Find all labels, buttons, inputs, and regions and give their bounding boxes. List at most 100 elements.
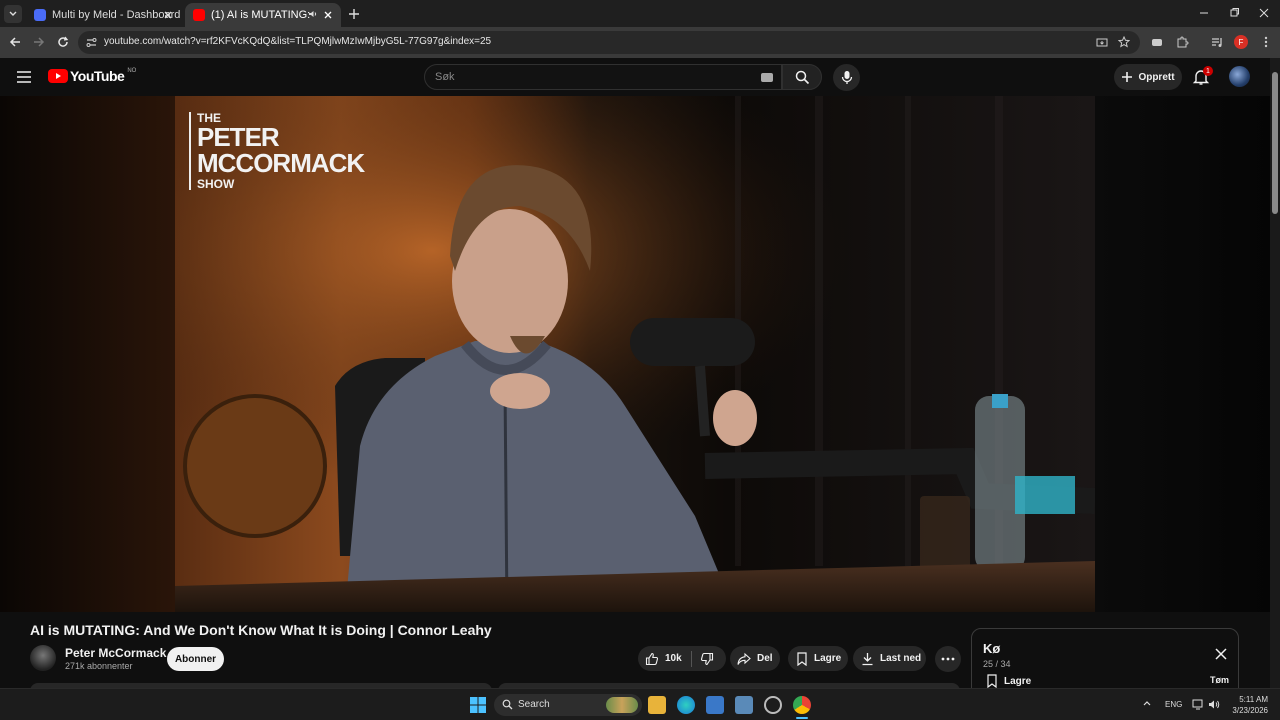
extension-meld-icon[interactable]: [1150, 35, 1164, 49]
brand-line-mccormack: MCCORMACK: [197, 148, 365, 178]
download-button[interactable]: Last ned: [853, 646, 926, 671]
volume-icon[interactable]: [1208, 699, 1220, 710]
dislike-button[interactable]: [700, 652, 720, 666]
like-dislike-group: 10k: [638, 646, 726, 671]
restore-button[interactable]: [1227, 6, 1241, 20]
guide-menu-button[interactable]: [16, 70, 32, 84]
chevron-down-icon: [9, 11, 17, 16]
search-icon: [795, 70, 809, 84]
search-highlight-widget: [606, 697, 638, 713]
subscribe-button[interactable]: Abonner: [167, 647, 224, 671]
more-horizontal-icon: [941, 657, 955, 661]
reload-button[interactable]: [56, 35, 70, 49]
create-button[interactable]: Opprett: [1114, 64, 1182, 90]
plus-icon: [1122, 72, 1133, 82]
show-hidden-icons-button[interactable]: [1143, 700, 1151, 706]
active-app-indicator: [796, 717, 808, 719]
network-icon[interactable]: [1192, 699, 1204, 710]
forward-button[interactable]: [32, 35, 46, 49]
profile-avatar[interactable]: F: [1234, 35, 1248, 49]
youtube-masthead: YouTube NO Søk Opprett 1: [0, 58, 1270, 96]
like-count: 10k: [665, 653, 682, 664]
share-arrow-icon: [737, 652, 751, 665]
queue-save-label: Lagre: [1004, 675, 1032, 687]
restore-icon: [1230, 8, 1239, 17]
save-button[interactable]: Lagre: [788, 646, 848, 671]
chrome-browser-icon[interactable]: [793, 696, 811, 714]
install-app-icon[interactable]: [1096, 37, 1108, 49]
address-bar[interactable]: youtube.com/watch?v=rf2KFVcKQdQ&list=TLP…: [78, 31, 1140, 54]
arrow-right-icon: [34, 37, 45, 47]
bookmark-star-icon[interactable]: [1118, 36, 1130, 48]
photos-app-icon[interactable]: [735, 696, 753, 714]
close-window-button[interactable]: [1257, 6, 1271, 20]
ambient-glow-left: [0, 96, 175, 612]
like-button[interactable]: 10k: [638, 652, 682, 666]
show-branding-overlay: THE PETER MCCORMACK SHOW: [189, 112, 365, 190]
keyboard-icon[interactable]: [761, 73, 773, 82]
close-tab-icon[interactable]: [161, 8, 175, 22]
video-title: AI is MUTATING: And We Don't Know What I…: [30, 622, 492, 638]
edge-browser-icon[interactable]: [677, 696, 695, 714]
voice-search-button[interactable]: [833, 64, 860, 91]
site-info-icon[interactable]: [86, 37, 97, 48]
app-status-icon[interactable]: [764, 696, 782, 714]
channel-name[interactable]: Peter McCormack: [65, 646, 166, 660]
tab-search-button[interactable]: [4, 5, 22, 23]
notification-count-badge: 1: [1203, 66, 1213, 76]
close-icon: [1215, 648, 1227, 660]
search-input[interactable]: Søk: [424, 64, 782, 90]
start-button[interactable]: [469, 696, 487, 714]
logo-wordmark: YouTube: [70, 68, 125, 84]
page-scrollbar[interactable]: [1270, 58, 1280, 688]
youtube-play-logo-icon: [48, 69, 68, 83]
close-icon: [1259, 8, 1269, 18]
youtube-logo[interactable]: YouTube NO: [48, 68, 136, 84]
taskbar-clock[interactable]: 5:11 AM 3/23/2026: [1226, 694, 1268, 716]
video-frame[interactable]: THE PETER MCCORMACK SHOW: [175, 96, 1095, 612]
tab-youtube-video[interactable]: (1) AI is MUTATING: And We Don't Know Wh…: [185, 3, 341, 27]
brand-line-peter: PETER: [197, 122, 280, 152]
scrollbar-thumb[interactable]: [1272, 72, 1278, 214]
reload-icon: [58, 36, 69, 47]
channel-avatar[interactable]: [30, 645, 56, 671]
queue-close-button[interactable]: [1215, 648, 1227, 660]
extensions-puzzle-icon[interactable]: [1175, 35, 1189, 49]
tab-meld-dashboard[interactable]: Multi by Meld - Dashboard.: [26, 3, 181, 27]
task-view-app-icon[interactable]: [706, 696, 724, 714]
more-actions-button[interactable]: [935, 646, 961, 672]
youtube-favicon-icon: [193, 9, 205, 21]
search-icon: [502, 699, 513, 710]
new-tab-button[interactable]: [346, 6, 362, 22]
chevron-up-icon: [1143, 701, 1151, 706]
input-language[interactable]: ENG: [1165, 700, 1182, 709]
account-avatar[interactable]: [1229, 66, 1250, 87]
video-player[interactable]: THE PETER MCCORMACK SHOW: [0, 96, 1270, 612]
url-text: youtube.com/watch?v=rf2KFVcKQdQ&list=TLP…: [104, 36, 492, 47]
download-icon: [862, 652, 873, 665]
taskbar-search-label: Search: [518, 699, 550, 710]
queue-position: 25 / 34: [983, 659, 1011, 669]
windows-logo-icon: [470, 697, 486, 713]
queue-save-button[interactable]: Lagre: [986, 674, 1031, 688]
browser-toolbar: youtube.com/watch?v=rf2KFVcKQdQ&list=TLP…: [0, 27, 1280, 58]
save-label: Lagre: [814, 653, 842, 664]
back-button[interactable]: [8, 35, 22, 49]
hamburger-menu-icon: [17, 71, 31, 83]
media-control-icon[interactable]: [1210, 35, 1224, 49]
audio-playing-icon[interactable]: [308, 9, 318, 19]
plus-icon: [349, 9, 359, 19]
queue-clear-button[interactable]: Tøm: [1210, 675, 1229, 685]
thumbs-up-icon: [645, 652, 659, 665]
share-label: Del: [757, 653, 773, 664]
create-label: Opprett: [1138, 71, 1175, 83]
close-tab-icon[interactable]: [321, 8, 335, 22]
browser-menu-icon[interactable]: [1259, 35, 1273, 49]
share-button[interactable]: Del: [730, 646, 780, 671]
country-code: NO: [127, 68, 137, 74]
taskbar-search[interactable]: Search: [494, 694, 642, 716]
minimize-button[interactable]: [1197, 6, 1211, 20]
search-button[interactable]: [782, 64, 822, 90]
file-explorer-icon[interactable]: [648, 696, 666, 714]
bookmark-icon: [987, 674, 997, 688]
